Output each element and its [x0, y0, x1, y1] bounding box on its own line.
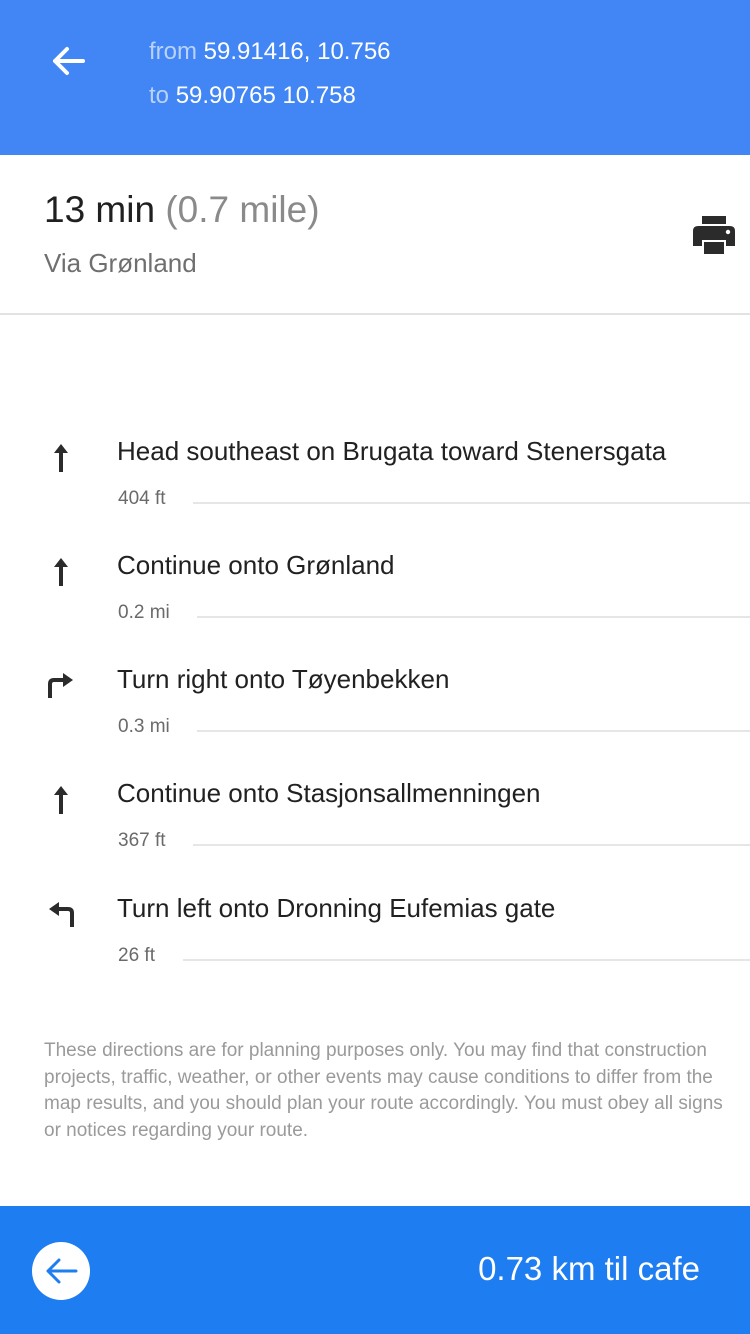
direction-step: Continue onto Grønland 0.2 mi	[0, 550, 750, 664]
arrow-left-icon	[53, 47, 85, 75]
direction-step: Head southeast on Brugata toward Steners…	[0, 436, 750, 550]
printer-icon	[693, 216, 735, 254]
destination-distance: 0.73 km til cafe	[478, 1250, 700, 1287]
to-label: to	[149, 82, 170, 109]
step-instruction: Head southeast on Brugata toward Steners…	[117, 436, 667, 466]
direction-step: Turn left onto Dronning Eufemias gate 26…	[0, 893, 750, 1007]
trip-duration: 13 min (0.7 mile)	[44, 189, 320, 231]
step-instruction: Continue onto Grønland	[117, 550, 395, 580]
step-instruction: Turn left onto Dronning Eufemias gate	[117, 893, 556, 923]
straight-arrow-icon	[54, 558, 68, 586]
step-divider	[197, 616, 750, 618]
route-summary: 13 min (0.7 mile) Via Grønland	[0, 155, 750, 315]
direction-step: Continue onto Stasjonsallmenningen 367 f…	[0, 778, 750, 892]
to-coordinates: 59.90765 10.758	[175, 82, 356, 109]
from-coordinates: 59.91416, 10.756	[203, 38, 391, 65]
arrow-left-circle-icon	[46, 1258, 78, 1284]
distance-value: (0.7 mile)	[165, 189, 320, 230]
route-from: from 59.91416, 10.756	[149, 38, 391, 66]
straight-arrow-icon	[54, 786, 68, 814]
step-distance: 0.2 mi	[118, 602, 170, 623]
step-distance: 26 ft	[118, 945, 155, 966]
print-button[interactable]	[690, 213, 738, 257]
back-button[interactable]	[38, 33, 98, 89]
via-route: Via Grønland	[44, 248, 197, 278]
step-divider	[193, 502, 750, 504]
turn-left-icon	[49, 902, 74, 927]
footer-bar: 0.73 km til cafe	[0, 1206, 750, 1334]
step-divider	[197, 730, 750, 732]
header-bar: from 59.91416, 10.756 to 59.90765 10.758	[0, 0, 750, 155]
step-instruction: Continue onto Stasjonsallmenningen	[117, 778, 541, 808]
duration-value: 13 min	[44, 189, 156, 230]
footer-back-button[interactable]	[32, 1242, 90, 1300]
from-label: from	[149, 38, 197, 65]
step-divider	[183, 959, 750, 961]
route-to: to 59.90765 10.758	[149, 82, 356, 110]
step-distance: 0.3 mi	[118, 716, 170, 737]
step-divider	[193, 844, 750, 846]
step-distance: 367 ft	[118, 830, 166, 851]
step-distance: 404 ft	[118, 488, 166, 509]
straight-arrow-icon	[54, 444, 68, 472]
step-instruction: Turn right onto Tøyenbekken	[117, 664, 450, 694]
disclaimer-text: These directions are for planning purpos…	[44, 1040, 723, 1141]
direction-step: Turn right onto Tøyenbekken 0.3 mi	[0, 664, 750, 778]
turn-right-icon	[48, 673, 73, 698]
